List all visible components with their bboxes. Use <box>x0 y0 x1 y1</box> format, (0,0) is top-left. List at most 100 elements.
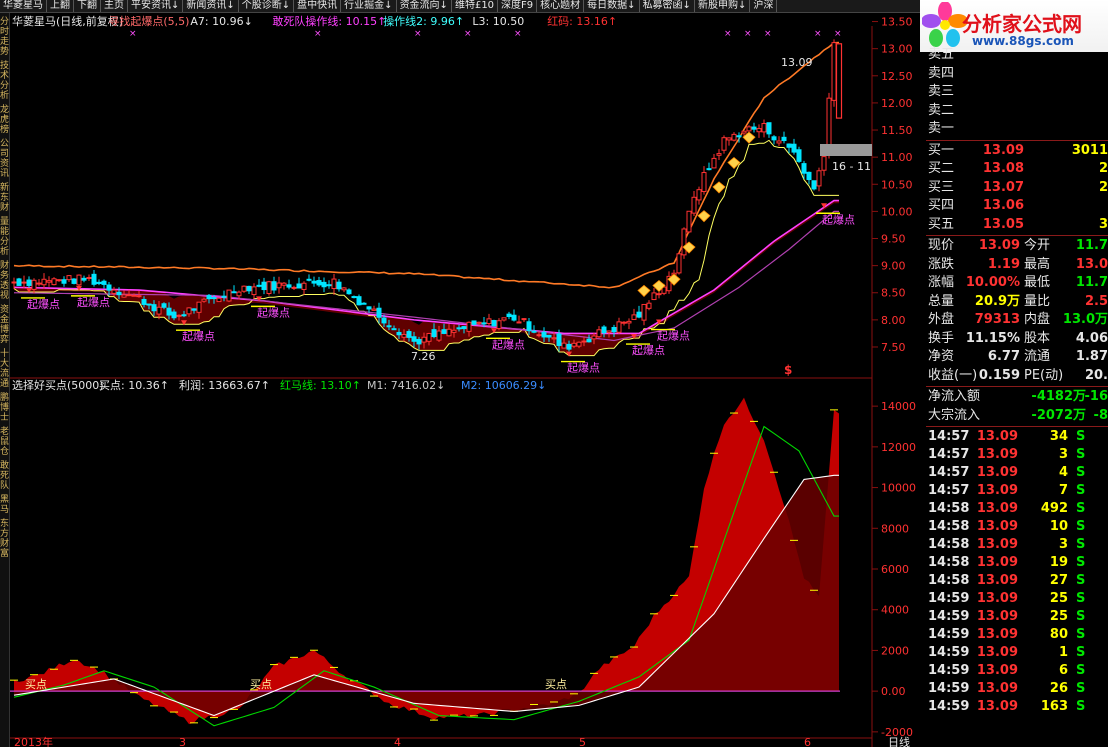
tick-time: 14:57 <box>928 429 970 444</box>
price-annotation-label: 13.09 <box>781 56 813 69</box>
buy-order-row: 买一 13.09 3011 <box>926 142 1108 160</box>
tick-side: S <box>1076 519 1086 534</box>
candle-body <box>146 303 152 306</box>
candle-body <box>26 279 32 286</box>
candle-body <box>31 279 37 290</box>
candle-body <box>511 314 517 321</box>
tick-side: S <box>1076 501 1086 516</box>
quote-value: 79313 <box>974 312 1020 327</box>
tick-price: 13.09 <box>976 537 1018 552</box>
quote-row: 总量 20.9万 量比 2.5 <box>926 293 1108 311</box>
candle-body <box>756 128 762 133</box>
candle-body <box>96 281 102 285</box>
quote-row: 换手 11.15% 股本 4.06 <box>926 330 1108 348</box>
burst-marker-label: 起爆点 <box>632 343 665 357</box>
candle-body <box>391 328 397 331</box>
tick-volume: 25 <box>1049 591 1068 606</box>
buy-point-label: 买点 <box>250 678 272 691</box>
quote-label: 最高 <box>1024 256 1051 272</box>
candle-body <box>701 172 707 193</box>
tick-volume: 1 <box>1058 645 1068 660</box>
candle-body <box>296 283 302 289</box>
sell-order-row: 卖三 <box>926 83 1108 101</box>
candle-body <box>816 170 822 187</box>
candle-body <box>111 289 117 294</box>
tick-price: 13.09 <box>976 591 1018 606</box>
candle-body <box>621 321 627 324</box>
indicator-y-tick-label: 14000 <box>881 400 916 413</box>
candle-body <box>56 279 62 282</box>
candle-body <box>506 313 512 318</box>
quote-value: 13.0 <box>1075 256 1108 272</box>
tick-time: 14:58 <box>928 537 970 552</box>
candle-body <box>91 273 97 285</box>
candle-body <box>136 295 142 298</box>
tick-price: 13.09 <box>976 501 1018 516</box>
tick-volume: 492 <box>1040 501 1068 516</box>
burst-marker-label: 起爆点 <box>492 337 525 351</box>
burst-marker-label: 起爆点 <box>822 212 855 226</box>
tick-price: 13.09 <box>976 681 1018 696</box>
price-y-tick-label: 11.50 <box>881 124 913 137</box>
candle-body <box>641 303 647 321</box>
quote-row: 外盘 79313 内盘 13.0万 <box>926 311 1108 329</box>
candle-body <box>706 168 712 171</box>
tick-volume: 6 <box>1058 663 1068 678</box>
tick-side: S <box>1076 555 1086 570</box>
candle-body <box>401 334 407 338</box>
tick-row: 14:58 13.09 10 S <box>926 518 1108 536</box>
tick-volume: 27 <box>1049 573 1068 588</box>
price-y-tick-label: 12.00 <box>881 97 913 110</box>
candle-body <box>176 314 182 317</box>
flow-label: 净流入额 <box>928 389 981 404</box>
candle-body <box>66 275 72 281</box>
candle-body <box>581 340 587 343</box>
tick-side: S <box>1076 663 1086 678</box>
price-y-tick-label: 13.50 <box>881 16 913 29</box>
quote-row: 涨幅 10.00% 最低 11.7 <box>926 274 1108 292</box>
candle-body <box>236 291 242 297</box>
candle-body <box>346 289 352 295</box>
tick-volume: 25 <box>1049 609 1068 624</box>
candle-body <box>226 289 232 302</box>
tick-side: S <box>1076 447 1086 462</box>
candle-body <box>781 136 787 142</box>
candle-body <box>576 341 582 347</box>
candle-body <box>471 320 477 325</box>
candle-body <box>676 253 682 274</box>
cross-mark: × <box>834 29 842 39</box>
order-label: 卖二 <box>928 102 955 118</box>
candle-body <box>796 149 802 162</box>
flow-value: -2072万 <box>1031 407 1086 423</box>
candle-body <box>251 286 257 296</box>
tick-time: 14:59 <box>928 627 970 642</box>
burst-marker-label: 起爆点 <box>182 329 215 343</box>
candle-body <box>716 153 722 156</box>
sell-order-row: 卖五 <box>926 46 1108 64</box>
tick-time: 14:59 <box>928 645 970 660</box>
candle-body <box>416 338 422 345</box>
tick-time: 14:59 <box>928 663 970 678</box>
order-label: 卖三 <box>928 84 955 99</box>
sell-order-row: 卖一 <box>926 120 1108 138</box>
order-volume: 3 <box>1098 216 1108 232</box>
tick-side: S <box>1076 627 1086 642</box>
price-box <box>820 144 872 156</box>
buy-order-row: 买二 13.08 2 <box>926 160 1108 178</box>
candle-body <box>166 307 172 316</box>
tick-row: 14:58 13.09 492 S <box>926 500 1108 518</box>
diamond-signal-icon <box>637 284 651 297</box>
candle-body <box>436 330 442 341</box>
candle-body <box>321 281 327 288</box>
candle-body <box>551 337 557 340</box>
tick-side: S <box>1076 699 1086 714</box>
tick-time: 14:57 <box>928 465 970 480</box>
candle-body <box>591 335 597 340</box>
cross-mark: × <box>314 29 322 39</box>
candle-body <box>696 189 702 201</box>
quote-value: 6.77 <box>987 349 1020 364</box>
order-label: 买三 <box>928 179 955 195</box>
quote-value: 20. <box>1084 367 1108 383</box>
indicator-y-tick-label: 2000 <box>881 644 909 657</box>
stock-chart: 华菱星马(日线,前复权)寻找起爆点(5,5) A7: 10.96↓ 敢死队操作线: … <box>10 14 916 747</box>
